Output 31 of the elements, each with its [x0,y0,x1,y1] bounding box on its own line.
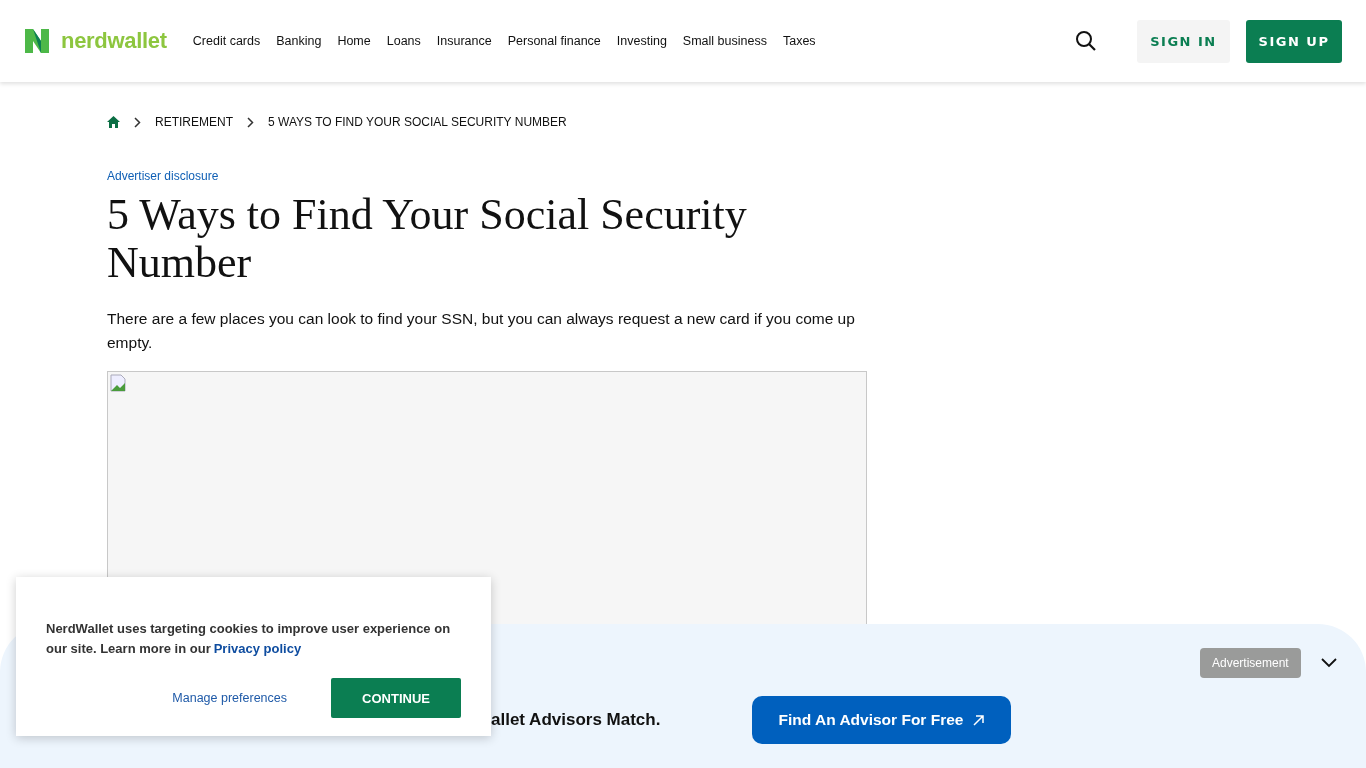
arrow-up-right-icon [973,714,985,726]
sign-up-button[interactable]: SIGN UP [1246,19,1342,63]
breadcrumb-link[interactable]: 5 WAYS TO FIND YOUR SOCIAL SECURITY NUMBER [268,115,567,129]
cookie-message: NerdWallet uses targeting cookies to improve user experience on our site. Learn more in our Privacy policy [46,620,452,658]
nav-link[interactable]: Taxes [782,34,816,48]
nav-link[interactable]: Banking [276,34,322,48]
ad-headline: allet Advisors Match. [491,710,661,730]
nav-link[interactable]: Loans [386,34,421,48]
nav-link[interactable]: Personal finance [507,34,601,48]
nav-link[interactable]: Credit cards [192,34,261,48]
broken-image-icon [110,374,126,392]
nav-link[interactable]: Home [337,34,371,48]
find-advisor-button[interactable]: Find An Advisor For Free [752,696,1011,744]
advertisement-label: Advertisement [1200,648,1301,678]
search-icon[interactable] [1075,30,1097,52]
article-summary: There are a few places you can look to find your SSN, but you can always request a new card if you come up empty. [107,309,856,353]
privacy-policy-link[interactable]: Privacy policy [213,641,302,656]
nav-link[interactable]: Investing [616,34,667,48]
chevron-right-icon [134,116,141,128]
manage-preferences-link[interactable]: Manage preferences [172,691,287,705]
continue-button[interactable]: CONTINUE [331,678,461,718]
breadcrumb-link[interactable]: RETIREMENT [155,115,233,129]
sign-in-button[interactable]: SIGN IN [1137,19,1230,63]
advertiser-disclosure-link[interactable]: Advertiser disclosure [107,169,867,183]
article-title: 5 Ways to Find Your Social Security Number [107,191,748,287]
logo-icon[interactable] [25,29,49,53]
chevron-right-icon [247,116,254,128]
nav-link[interactable]: Small business [682,34,767,48]
nav-link[interactable]: Insurance [436,34,492,48]
home-icon[interactable] [107,116,120,128]
chevron-down-icon[interactable] [1321,658,1337,668]
